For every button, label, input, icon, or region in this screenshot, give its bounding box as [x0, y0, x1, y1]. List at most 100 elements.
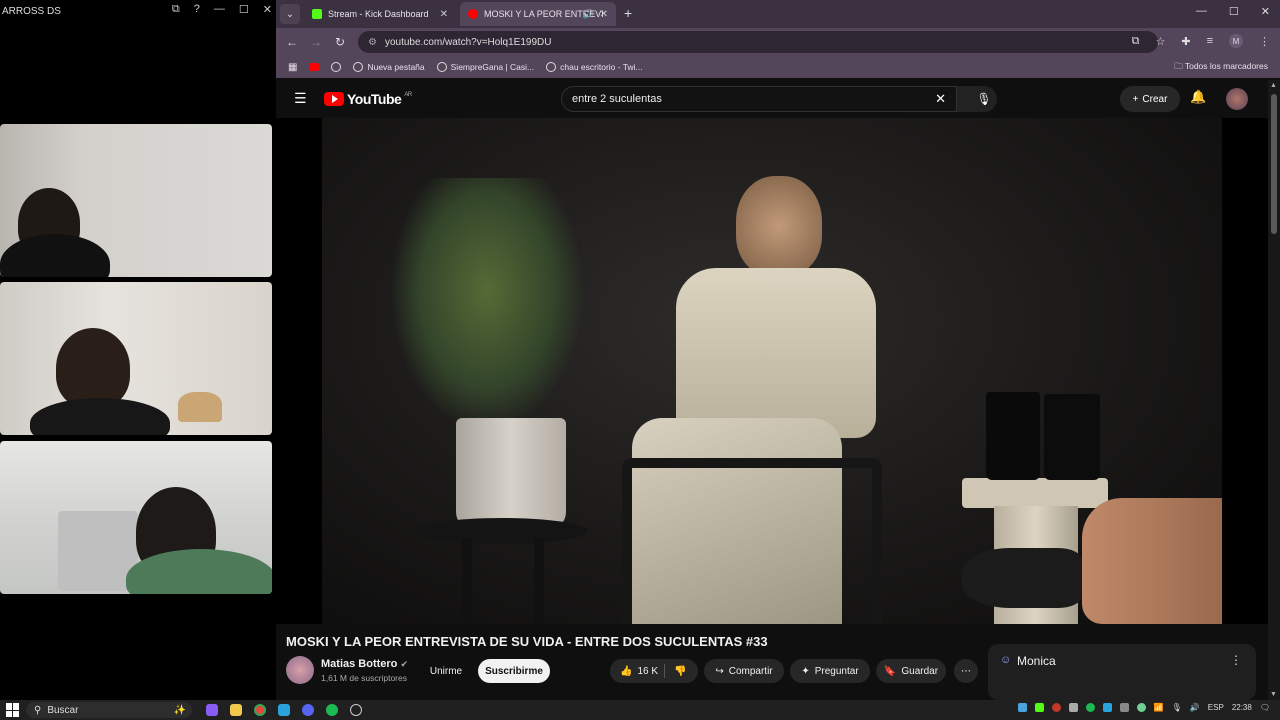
- ask-button[interactable]: ✦ Preguntar: [790, 659, 870, 683]
- more-actions-button[interactable]: ⋯: [954, 659, 978, 683]
- menu-icon[interactable]: ☰: [294, 90, 307, 107]
- file-explorer-icon[interactable]: [230, 704, 242, 716]
- obs-icon[interactable]: [350, 704, 362, 716]
- join-button[interactable]: Unirme: [420, 659, 472, 683]
- reading-list-icon[interactable]: ≡: [1207, 35, 1213, 47]
- more-icon: ⋯: [961, 665, 971, 677]
- create-button[interactable]: + Crear: [1120, 86, 1180, 112]
- bookmark-youtube[interactable]: [309, 63, 320, 71]
- channel-avatar[interactable]: [286, 656, 314, 684]
- search-placeholder: Buscar: [47, 704, 79, 716]
- tray-app-icon[interactable]: [1017, 703, 1027, 712]
- minimize-button[interactable]: —: [214, 3, 225, 16]
- tab-close-icon[interactable]: ✕: [600, 9, 608, 20]
- back-icon[interactable]: ←: [280, 35, 304, 49]
- page-scrollbar[interactable]: ▲ ▼: [1268, 80, 1280, 700]
- tab-youtube[interactable]: MOSKI Y LA PEOR ENTREVI 🔊 ✕: [460, 2, 616, 26]
- globe-icon: [436, 62, 447, 72]
- webcam-feed-1: [0, 124, 272, 277]
- bookmark-twitter[interactable]: chau escritorio - Twi...: [546, 62, 643, 72]
- share-button[interactable]: ↪ Compartir: [704, 659, 784, 683]
- bookmark-new-tab[interactable]: Nueva pestaña: [353, 62, 425, 72]
- channel-name-text: Matias Bottero: [321, 658, 398, 670]
- monica-panel[interactable]: ☺ Monica ⋮: [988, 644, 1256, 700]
- share-icon: ↪: [715, 665, 724, 677]
- video-player[interactable]: [276, 118, 1268, 624]
- bell-icon[interactable]: 🔔: [1190, 89, 1206, 105]
- cast-icon[interactable]: ⧉: [1132, 35, 1140, 48]
- profile-avatar[interactable]: M: [1229, 34, 1243, 48]
- audio-icon[interactable]: 🔊: [583, 9, 594, 20]
- steam-icon[interactable]: [278, 704, 290, 716]
- wifi-icon[interactable]: 📶: [1154, 703, 1164, 712]
- chrome-icon[interactable]: [254, 704, 266, 716]
- scroll-up-icon[interactable]: ▲: [1270, 82, 1277, 89]
- all-bookmarks-label: Todos los marcadores: [1184, 61, 1268, 71]
- youtube-logo[interactable]: YouTube AR: [324, 91, 412, 107]
- discord-icon[interactable]: [302, 704, 314, 716]
- tab-kick-dashboard[interactable]: Stream - Kick Dashboard ✕: [304, 2, 456, 26]
- site-info-icon[interactable]: ⚙: [368, 37, 377, 48]
- forward-icon[interactable]: →: [304, 35, 328, 49]
- help-icon[interactable]: ?: [194, 3, 200, 16]
- reload-icon[interactable]: ↻: [328, 35, 352, 49]
- pip-icon[interactable]: ⧉: [172, 3, 180, 16]
- volume-icon[interactable]: 🔊: [1190, 703, 1200, 712]
- bookmark-icon: 🔖: [883, 665, 897, 677]
- tray-app-icon[interactable]: [1119, 703, 1129, 712]
- menu-icon[interactable]: ⋮: [1259, 35, 1270, 48]
- copilot-icon[interactable]: [206, 704, 218, 716]
- notification-icon[interactable]: 🗨: [1260, 703, 1270, 712]
- tray-app-icon[interactable]: [1068, 703, 1078, 712]
- webcam-feed-2: [0, 282, 272, 435]
- save-button[interactable]: 🔖 Guardar: [876, 659, 946, 683]
- video-frame[interactable]: [322, 118, 1222, 624]
- tray-app-icon[interactable]: [1102, 703, 1112, 712]
- mic-icon[interactable]: 🎙: [1172, 703, 1182, 712]
- tray-app-icon[interactable]: [1034, 703, 1044, 712]
- thumbs-down-icon[interactable]: 👎: [674, 666, 686, 677]
- verified-icon: ✔: [400, 659, 409, 669]
- tab-close-icon[interactable]: ✕: [440, 9, 448, 20]
- maximize-button[interactable]: ☐: [1229, 5, 1239, 18]
- region-code: AR: [404, 92, 412, 98]
- tab-search-button[interactable]: ⌄: [280, 4, 300, 24]
- avatar[interactable]: [1226, 88, 1248, 110]
- sneaker: [962, 548, 1082, 608]
- bookmark-star-icon[interactable]: ☆: [1155, 35, 1165, 48]
- like-count: 16 K: [637, 665, 659, 677]
- plant-pot: [456, 418, 566, 530]
- apps-icon[interactable]: ▦: [288, 62, 297, 73]
- url-field[interactable]: ⚙ youtube.com/watch?v=Holq1E199DU: [358, 31, 1158, 53]
- scroll-down-icon[interactable]: ▼: [1270, 691, 1277, 698]
- bookmark-globe[interactable]: [331, 62, 342, 72]
- tray-app-icon[interactable]: [1136, 703, 1146, 712]
- clock[interactable]: 22:38: [1232, 703, 1252, 712]
- subscribe-button[interactable]: Suscribirme: [478, 659, 550, 683]
- thumbs-up-icon: 👍: [620, 665, 633, 677]
- channel-name[interactable]: Matias Bottero ✔: [321, 658, 408, 670]
- clear-search-icon[interactable]: ✕: [935, 91, 946, 107]
- search-input[interactable]: entre 2 suculentas ✕: [561, 86, 957, 112]
- sparkle-icon: ✨: [173, 704, 186, 716]
- voice-search-button[interactable]: 🎙: [971, 86, 997, 112]
- close-button[interactable]: ✕: [263, 3, 272, 16]
- close-button[interactable]: ✕: [1261, 5, 1270, 18]
- spotify-icon[interactable]: [326, 704, 338, 716]
- windows-start-icon[interactable]: [6, 703, 20, 717]
- all-bookmarks[interactable]: 🗀 Todos los marcadores: [1174, 61, 1268, 75]
- scrollbar-thumb[interactable]: [1271, 94, 1277, 234]
- language-indicator[interactable]: ESP: [1208, 703, 1224, 712]
- extensions-icon[interactable]: ✚: [1181, 35, 1190, 48]
- mic-icon: 🎙: [976, 92, 992, 106]
- tray-app-icon[interactable]: [1085, 703, 1095, 712]
- minimize-button[interactable]: —: [1196, 5, 1207, 18]
- bookmark-siempregana[interactable]: SiempreGana | Casi...: [436, 62, 534, 72]
- maximize-button[interactable]: ☐: [239, 3, 249, 16]
- taskbar-search[interactable]: ⚲ Buscar ✨: [26, 702, 192, 718]
- like-button[interactable]: 👍 16 K 👎: [610, 659, 698, 683]
- tray-app-icon[interactable]: [1051, 703, 1061, 712]
- plus-icon: +: [1132, 93, 1139, 105]
- new-tab-button[interactable]: +: [624, 5, 632, 21]
- kebab-icon[interactable]: ⋮: [1230, 653, 1242, 667]
